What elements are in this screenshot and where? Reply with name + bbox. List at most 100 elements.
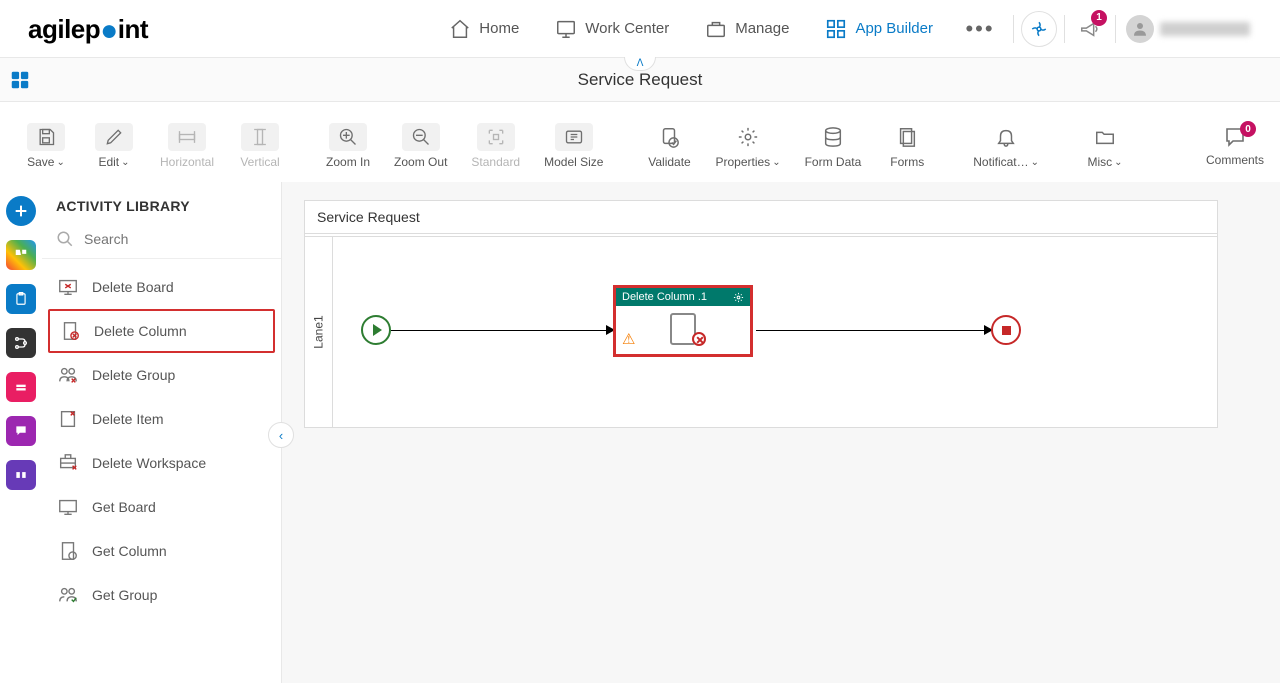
page-title: Service Request	[578, 70, 703, 90]
chevron-down-icon: ⌄	[56, 157, 64, 168]
sidebar-search[interactable]	[42, 224, 281, 259]
nav-more[interactable]: •••	[951, 0, 1009, 58]
lib-item-get-group[interactable]: Get Group	[42, 573, 281, 617]
lib-item-delete-item[interactable]: Delete Item	[42, 397, 281, 441]
lib-item-delete-workspace[interactable]: Delete Workspace	[42, 441, 281, 485]
home-icon	[449, 18, 471, 40]
tool-vertical[interactable]: Vertical	[230, 117, 290, 175]
tool-edit[interactable]: Edit⌄	[84, 117, 144, 175]
briefcase-icon	[705, 18, 727, 40]
lane-body[interactable]: Delete Column .1 ⚠	[333, 237, 1217, 427]
tool-standard-label: Standard	[471, 155, 520, 169]
tool-misc[interactable]: Misc⌄	[1075, 117, 1135, 175]
tool-model-size-label: Model Size	[544, 155, 603, 169]
fit-standard-icon	[477, 123, 515, 151]
tool-validate-label: Validate	[648, 155, 690, 169]
rail-stack[interactable]	[6, 372, 36, 402]
validate-icon	[650, 123, 688, 151]
tool-zoom-in[interactable]: Zoom In	[318, 117, 378, 175]
group-delete-icon	[56, 363, 80, 387]
bell-icon	[987, 123, 1025, 151]
rail-blocks[interactable]	[6, 460, 36, 490]
canvas-title: Service Request	[305, 201, 1217, 234]
edit-icon	[95, 123, 133, 151]
gear-icon[interactable]	[733, 292, 744, 303]
apps-switcher[interactable]	[8, 68, 32, 92]
tool-horizontal[interactable]: Horizontal	[152, 117, 222, 175]
tool-validate[interactable]: Validate	[639, 117, 699, 175]
tool-zoom-in-label: Zoom In	[326, 155, 370, 169]
rail-branches[interactable]	[6, 328, 36, 358]
nav-manage[interactable]: Manage	[687, 0, 807, 58]
activity-body: ⚠	[616, 306, 750, 352]
nav-app-builder[interactable]: App Builder	[807, 0, 951, 58]
avatar-icon	[1126, 15, 1154, 43]
monitor-icon	[555, 18, 577, 40]
nav-work-center-label: Work Center	[585, 20, 669, 37]
tool-save-label: Save	[27, 155, 54, 169]
lib-item-delete-group[interactable]: Delete Group	[42, 353, 281, 397]
lib-item-get-board[interactable]: Get Board	[42, 485, 281, 529]
lane-label[interactable]: Lane1	[305, 237, 333, 427]
tool-comments-label: Comments	[1206, 153, 1264, 167]
pinwheel-icon	[1021, 11, 1057, 47]
rail-clipboard[interactable]	[6, 284, 36, 314]
warning-icon: ⚠	[622, 330, 635, 348]
rail-chat[interactable]	[6, 416, 36, 446]
workspace-delete-icon	[56, 451, 80, 475]
tool-form-data[interactable]: Form Data	[797, 117, 870, 175]
rail-add[interactable]	[6, 196, 36, 226]
edge	[756, 330, 991, 331]
tool-zoom-out-label: Zoom Out	[394, 155, 447, 169]
chevron-down-icon: ⌄	[1114, 157, 1122, 168]
tool-standard[interactable]: Standard	[463, 117, 528, 175]
search-input[interactable]	[84, 231, 267, 247]
editor-body: ACTIVITY LIBRARY Delete Board Delete Col…	[0, 182, 1280, 683]
top-navigation: agilep●int Home Work Center Manage App B…	[0, 0, 1280, 58]
stop-node[interactable]	[991, 315, 1021, 345]
lib-item-delete-board[interactable]: Delete Board	[42, 265, 281, 309]
left-icon-rail	[0, 182, 42, 683]
lib-item-get-column[interactable]: Get Column	[42, 529, 281, 573]
separator	[1013, 15, 1014, 43]
tool-vertical-label: Vertical	[240, 155, 279, 169]
sidebar-collapse-toggle[interactable]: ‹	[268, 422, 294, 448]
tool-notifications[interactable]: Notificat…⌄	[965, 117, 1047, 175]
user-menu[interactable]	[1120, 8, 1256, 50]
tool-properties[interactable]: Properties⌄	[707, 117, 788, 175]
main-nav: Home Work Center Manage App Builder •••	[431, 0, 1256, 58]
lib-item-label: Get Board	[92, 499, 156, 515]
editor-toolbar: Save⌄ Edit⌄ Horizontal Vertical Zoom In …	[0, 102, 1280, 182]
assistant-button[interactable]	[1018, 8, 1060, 50]
user-name	[1160, 22, 1250, 36]
nav-work-center[interactable]: Work Center	[537, 0, 687, 58]
sidebar-title: ACTIVITY LIBRARY	[42, 182, 281, 224]
activity-delete-column[interactable]: Delete Column .1 ⚠	[613, 285, 753, 357]
process-canvas-area[interactable]: Service Request Lane1 Delete Column .1	[282, 182, 1280, 683]
library-list: Delete Board Delete Column Delete Group …	[42, 259, 281, 683]
tool-forms[interactable]: Forms	[877, 117, 937, 175]
tool-comments[interactable]: 0 Comments	[1206, 125, 1264, 167]
chevron-down-icon: ⌄	[1031, 157, 1039, 168]
lib-item-delete-column[interactable]: Delete Column	[48, 309, 275, 353]
board-icon	[56, 495, 80, 519]
notifications-button[interactable]: 1	[1069, 8, 1111, 50]
lib-item-label: Delete Item	[92, 411, 164, 427]
save-icon	[27, 123, 65, 151]
nav-home[interactable]: Home	[431, 0, 537, 58]
tool-horizontal-label: Horizontal	[160, 155, 214, 169]
search-icon	[56, 230, 74, 248]
board-delete-icon	[56, 275, 80, 299]
start-node[interactable]	[361, 315, 391, 345]
rail-apps[interactable]	[6, 240, 36, 270]
align-horizontal-icon	[168, 123, 206, 151]
ellipsis-icon: •••	[969, 18, 991, 40]
zoom-out-icon	[402, 123, 440, 151]
tool-model-size[interactable]: Model Size	[536, 117, 611, 175]
folder-icon	[1086, 123, 1124, 151]
tool-save[interactable]: Save⌄	[16, 117, 76, 175]
tool-zoom-out[interactable]: Zoom Out	[386, 117, 455, 175]
activity-header: Delete Column .1	[616, 288, 750, 306]
lib-item-label: Get Column	[92, 543, 167, 559]
item-delete-icon	[56, 407, 80, 431]
